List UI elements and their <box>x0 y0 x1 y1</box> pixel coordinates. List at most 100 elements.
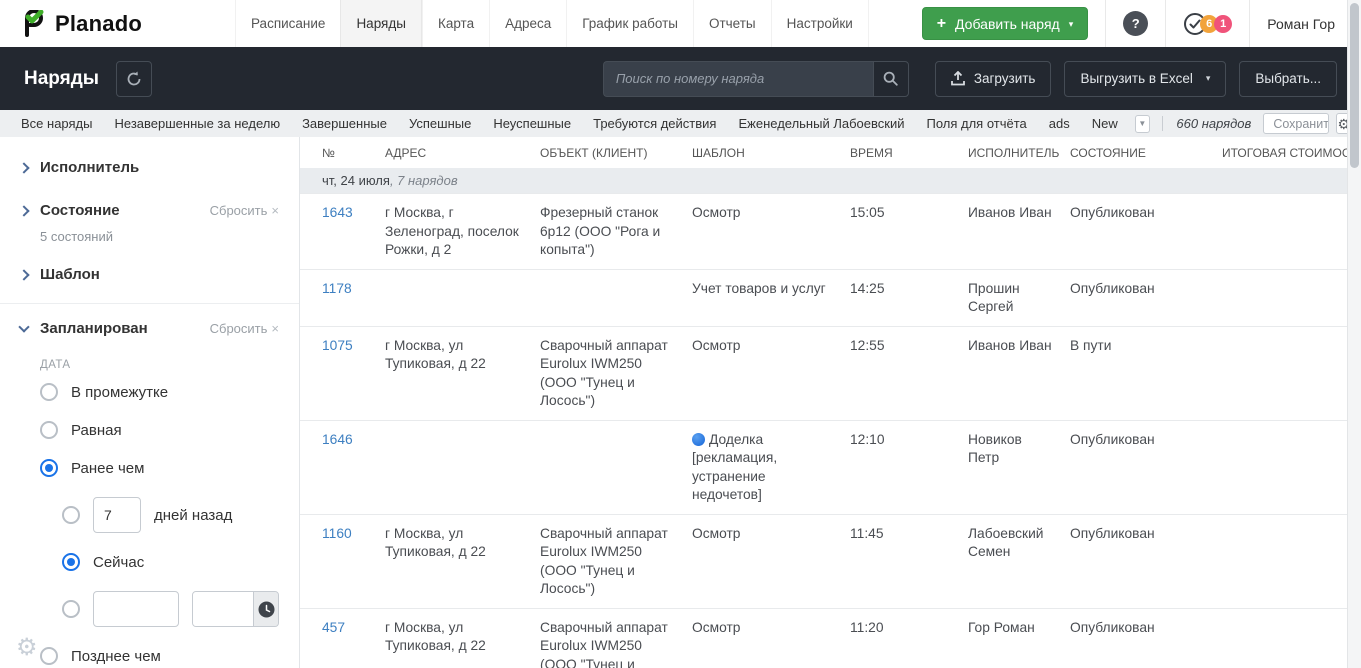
filter-tab-ads[interactable]: ads <box>1038 116 1081 131</box>
table-row[interactable]: 1075 г Москва, ул Тупиковая, д 22 Свароч… <box>300 326 1361 420</box>
save-view-button[interactable]: Сохранить вид... <box>1263 113 1330 134</box>
option-datetime[interactable] <box>0 581 299 637</box>
filter-tab-unfinished-week[interactable]: Незавершенные за неделю <box>103 116 291 131</box>
date-group-label: ДАТА <box>40 359 71 371</box>
planado-logo[interactable]: Planado <box>0 0 235 47</box>
filter-bar: Все наряды Незавершенные за неделю Завер… <box>0 110 1361 137</box>
section-scheduled[interactable]: Запланирован Сбросить × <box>0 304 299 347</box>
col-performer[interactable]: ИСПОЛНИТЕЛЬ <box>968 137 1070 168</box>
option-now[interactable]: Сейчас <box>0 543 299 581</box>
nav-item-addresses[interactable]: Адреса <box>489 0 566 47</box>
filter-tab-actions-required[interactable]: Требуются действия <box>582 116 727 131</box>
col-object[interactable]: ОБЪЕКТ (КЛИЕНТ) <box>540 137 692 168</box>
sidebar-settings-button[interactable]: ⚙ <box>16 636 38 660</box>
order-link[interactable]: 1160 <box>322 526 352 541</box>
col-number[interactable]: № <box>300 137 385 168</box>
cell-time: 12:55 <box>850 337 885 353</box>
nav-item-reports[interactable]: Отчеты <box>692 0 771 47</box>
option-later[interactable]: Позднее чем <box>0 637 299 668</box>
section-performer[interactable]: Исполнитель <box>0 143 299 186</box>
radio-days-ago[interactable] <box>62 506 80 524</box>
add-order-label: Добавить наряд <box>955 15 1060 32</box>
notifications-button[interactable]: 6 1 <box>1183 12 1233 36</box>
nav-item-settings[interactable]: Настройки <box>770 0 869 47</box>
scrollbar-thumb[interactable] <box>1350 3 1359 168</box>
refresh-button[interactable] <box>116 60 153 97</box>
chevron-right-icon <box>18 268 30 281</box>
option-between[interactable]: В промежутке <box>0 373 299 411</box>
order-link[interactable]: 1075 <box>322 338 353 353</box>
table-row[interactable]: 1646 Доделка [рекламация, устранение нед… <box>300 420 1361 514</box>
search-icon <box>884 71 899 86</box>
cell-object: Сварочный аппарат Eurolux IWM250 (ООО "Т… <box>540 337 668 409</box>
col-template[interactable]: ШАБЛОН <box>692 137 850 168</box>
search-input[interactable] <box>602 60 873 97</box>
section-state[interactable]: Состояние Сбросить × <box>0 186 299 229</box>
chevron-down-icon <box>18 320 30 333</box>
cell-object: Сварочный аппарат Eurolux IWM250 (ООО "Т… <box>540 619 668 668</box>
section-template[interactable]: Шаблон <box>0 250 299 293</box>
filter-tab-unsuccessful[interactable]: Неуспешные <box>482 116 582 131</box>
nav-item-schedule[interactable]: Расписание <box>235 0 340 47</box>
select-button[interactable]: Выбрать... <box>1239 60 1337 97</box>
col-state[interactable]: СОСТОЯНИЕ <box>1070 137 1222 168</box>
orders-count: 660 нарядов <box>1176 116 1252 131</box>
date-input[interactable] <box>93 591 179 627</box>
time-picker-button[interactable] <box>253 592 278 626</box>
notification-badge-pink: 1 <box>1214 14 1233 33</box>
filter-tab-all[interactable]: Все наряды <box>10 116 103 131</box>
order-link[interactable]: 457 <box>322 620 345 635</box>
radio-datetime[interactable] <box>62 600 80 618</box>
option-earlier[interactable]: Ранее чем <box>0 449 299 487</box>
nav-item-orders[interactable]: Наряды <box>340 0 422 47</box>
nav-item-map[interactable]: Карта <box>421 0 489 47</box>
help-button[interactable]: ? <box>1123 11 1149 36</box>
table-row[interactable]: 1160 г Москва, ул Тупиковая, д 22 Свароч… <box>300 514 1361 608</box>
radio-equal[interactable] <box>40 421 58 439</box>
radio-between[interactable] <box>40 383 58 401</box>
cell-template-text: Доделка [рекламация, устранение недочето… <box>692 431 778 503</box>
option-later-label: Позднее чем <box>71 647 161 665</box>
chevron-right-icon <box>18 204 30 217</box>
order-link[interactable]: 1178 <box>322 281 352 296</box>
blue-circle-icon <box>692 432 705 446</box>
radio-later[interactable] <box>40 647 58 665</box>
order-link[interactable]: 1643 <box>322 205 353 220</box>
col-address[interactable]: АДРЕС <box>385 137 540 168</box>
upload-icon <box>950 71 965 86</box>
filter-tab-new[interactable]: New <box>1081 116 1129 131</box>
col-time[interactable]: ВРЕМЯ <box>850 137 968 168</box>
upload-button[interactable]: Загрузить <box>934 60 1052 97</box>
filter-tab-report-fields[interactable]: Поля для отчёта <box>915 116 1037 131</box>
filter-tab-weekly-laboevsky[interactable]: Еженедельный Лабоевский <box>727 116 915 131</box>
logo-text: Planado <box>55 10 142 36</box>
option-equal[interactable]: Равная <box>0 411 299 449</box>
radio-now[interactable] <box>62 553 80 571</box>
nav-item-work-schedule[interactable]: График работы <box>566 0 693 47</box>
user-menu[interactable]: Роман Гор <box>1267 16 1335 32</box>
vertical-scrollbar[interactable] <box>1347 0 1361 668</box>
more-views-dropdown[interactable]: ▼ <box>1134 114 1150 133</box>
scheduled-reset-button[interactable]: Сбросить × <box>210 321 279 336</box>
divider <box>1165 0 1167 47</box>
export-excel-button[interactable]: Выгрузить в Excel ▾ <box>1064 60 1227 97</box>
table-row[interactable]: 1643 г Москва, г Зеленоград, поселок Рож… <box>300 193 1361 269</box>
days-ago-input[interactable] <box>93 497 141 533</box>
col-total-cost[interactable]: ИТОГОВАЯ СТОИМОСТЬ <box>1222 137 1361 168</box>
filter-tab-finished[interactable]: Завершенные <box>291 116 398 131</box>
order-link[interactable]: 1646 <box>322 432 353 447</box>
table-row[interactable]: 457 г Москва, ул Тупиковая, д 22 Сварочн… <box>300 608 1361 668</box>
cell-time: 12:10 <box>850 431 885 447</box>
filter-tab-successful[interactable]: Успешные <box>398 116 482 131</box>
page-title: Наряды <box>24 67 100 89</box>
cell-template: Учет товаров и услуг <box>692 280 826 296</box>
search-button[interactable] <box>872 60 909 97</box>
time-input[interactable] <box>193 592 253 626</box>
state-reset-button[interactable]: Сбросить × <box>210 203 279 218</box>
add-order-button[interactable]: + Добавить наряд ▾ <box>921 7 1089 40</box>
cell-address <box>385 420 540 514</box>
option-days-ago[interactable]: дней назад <box>0 487 299 543</box>
table-row[interactable]: 1178 Учет товаров и услуг 14:25 Прошин С… <box>300 269 1361 326</box>
cell-performer: Иванов Иван <box>968 205 1052 221</box>
radio-earlier[interactable] <box>40 459 58 477</box>
